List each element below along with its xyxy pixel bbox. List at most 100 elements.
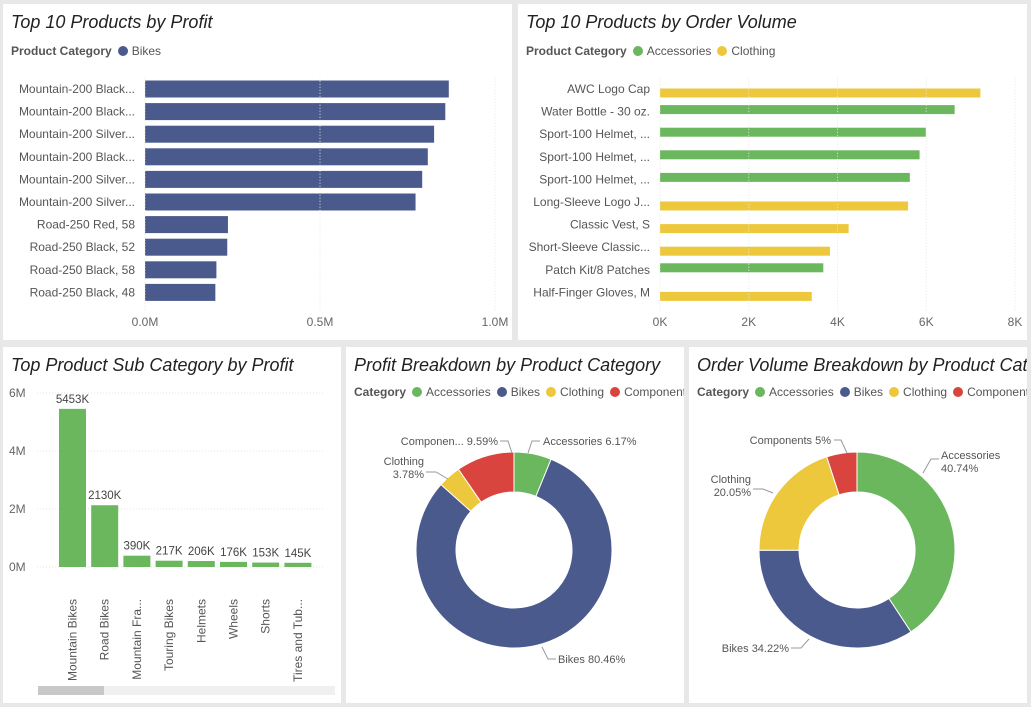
- bar: [145, 283, 216, 301]
- data-label-accessories: Accessories 6.17%: [543, 436, 637, 448]
- category-label: Mountain Bikes: [66, 599, 80, 681]
- data-label: 153K: [252, 548, 279, 560]
- leader-line: [791, 638, 810, 649]
- panel-subcategory-profit: Top Product Sub Category by Profit 0M 2M 4…: [3, 347, 341, 703]
- leader-line: [527, 440, 540, 454]
- category-label: Helmets: [194, 599, 208, 643]
- category-label: Short-Sleeve Classic...: [529, 240, 650, 254]
- bar: [145, 103, 446, 121]
- data-label-bikes: Bikes 80.46%: [558, 654, 625, 666]
- category-label: Mountain-200 Silver...: [19, 127, 135, 141]
- bar: [660, 88, 981, 98]
- category-label: Mountain-200 Black...: [19, 150, 135, 164]
- category-label: Shorts: [259, 599, 273, 634]
- bar-chart-top-profit: Mountain-200 Black... Mountain-200 Black.…: [19, 77, 509, 329]
- data-label-clothing-name: Clothing: [711, 474, 751, 486]
- bar: [59, 408, 86, 567]
- data-label: 5453K: [56, 394, 90, 406]
- bar: [660, 263, 824, 273]
- tick-label: 0.0M: [132, 315, 159, 329]
- donut-slice-accessories: [856, 451, 956, 633]
- category-label: Mountain-200 Black...: [19, 82, 135, 96]
- leader-line: [753, 488, 774, 494]
- donut-slice-clothing: [758, 456, 840, 551]
- category-label: Half-Finger Gloves, M: [533, 285, 650, 299]
- data-label-components: Components 5%: [750, 435, 832, 447]
- category-label: Tires and Tub...: [291, 599, 305, 682]
- category-label: Sport-100 Helmet, ...: [539, 127, 650, 141]
- panel-profit-breakdown: Profit Breakdown by Product Category Cat…: [346, 347, 684, 703]
- data-label: 217K: [156, 546, 183, 558]
- tick-label: 6K: [919, 315, 934, 329]
- bar: [145, 170, 423, 188]
- donut-slice-bikes: [758, 549, 912, 649]
- bar-chart-top-volume: AWC Logo Cap Water Bottle - 30 oz. Sport-1…: [529, 77, 1023, 329]
- bar: [155, 560, 183, 567]
- data-label-accessories-name: Accessories: [941, 450, 1001, 462]
- category-label: Touring Bikes: [162, 599, 176, 671]
- data-label-components: Componen... 9.59%: [401, 436, 498, 448]
- data-label-clothing: 3.78%: [393, 469, 424, 481]
- bar: [660, 291, 812, 301]
- bar: [187, 561, 215, 567]
- tick-label: 8K: [1008, 315, 1023, 329]
- tick-label: 1.0M: [482, 315, 509, 329]
- panel-volume-breakdown: Order Volume Breakdown by Product Cat...…: [689, 347, 1027, 703]
- data-label: 176K: [220, 547, 247, 559]
- bar: [145, 125, 435, 143]
- category-label: Sport-100 Helmet, ...: [539, 150, 650, 164]
- category-label: Road-250 Red, 58: [37, 218, 135, 232]
- bar: [284, 562, 312, 567]
- data-label-clothing: 20.05%: [714, 487, 752, 499]
- bar: [252, 562, 280, 567]
- category-label: Mountain-200 Silver...: [19, 195, 135, 209]
- data-label: 145K: [284, 548, 311, 560]
- donut-chart-profit: Componen... 9.59% Accessories 6.17% Clothi…: [384, 436, 637, 666]
- bar: [145, 238, 228, 256]
- panel-top-products-profit: Top 10 Products by Profit Product Catego…: [3, 4, 512, 340]
- data-label: 206K: [188, 546, 215, 558]
- data-label: 2130K: [88, 490, 122, 502]
- bar: [91, 505, 119, 567]
- bar: [660, 172, 910, 182]
- category-label: Wheels: [227, 599, 241, 639]
- data-label-accessories: 40.74%: [941, 463, 979, 475]
- bar: [220, 561, 247, 567]
- leader-line: [500, 440, 513, 454]
- category-label: Mountain-200 Black...: [19, 105, 135, 119]
- category-label: Road-250 Black, 48: [30, 285, 136, 299]
- bar: [145, 216, 228, 234]
- bar: [660, 224, 849, 234]
- bar: [145, 261, 217, 279]
- leader-line: [922, 458, 939, 474]
- bar: [660, 127, 926, 137]
- leader-line: [426, 471, 449, 480]
- bar: [145, 193, 416, 211]
- tick-label: 0.5M: [307, 315, 334, 329]
- bar: [660, 105, 955, 115]
- category-label: Mountain-200 Silver...: [19, 172, 135, 186]
- category-label: Water Bottle - 30 oz.: [541, 105, 650, 119]
- panel-top-products-volume: Top 10 Products by Order Volume Product …: [518, 4, 1027, 340]
- tick-label: 4K: [830, 315, 845, 329]
- category-label: Sport-100 Helmet, ...: [539, 172, 650, 186]
- category-label: Road Bikes: [98, 599, 112, 660]
- category-label: Mountain Fra...: [130, 599, 144, 680]
- bar: [145, 80, 449, 98]
- tick-label: 0M: [9, 560, 26, 574]
- tick-label: 4M: [9, 444, 26, 458]
- category-label: Classic Vest, S: [570, 218, 650, 232]
- data-label-bikes: Bikes 34.22%: [722, 643, 789, 655]
- column-chart-subcategory: 0M 2M 4M 6M 5453K Mountain Bikes 2130K Road Bik…: [9, 386, 323, 682]
- category-label: AWC Logo Cap: [567, 82, 650, 96]
- category-label: Road-250 Black, 52: [30, 240, 136, 254]
- data-label-clothing-name: Clothing: [384, 456, 424, 468]
- tick-label: 2K: [741, 315, 756, 329]
- tick-label: 6M: [9, 386, 26, 400]
- bar: [660, 201, 909, 211]
- scrollbar-thumb[interactable]: [38, 686, 104, 695]
- horizontal-scrollbar[interactable]: [38, 686, 335, 695]
- bar: [660, 246, 830, 256]
- tick-label: 0K: [653, 315, 668, 329]
- bar: [660, 150, 920, 160]
